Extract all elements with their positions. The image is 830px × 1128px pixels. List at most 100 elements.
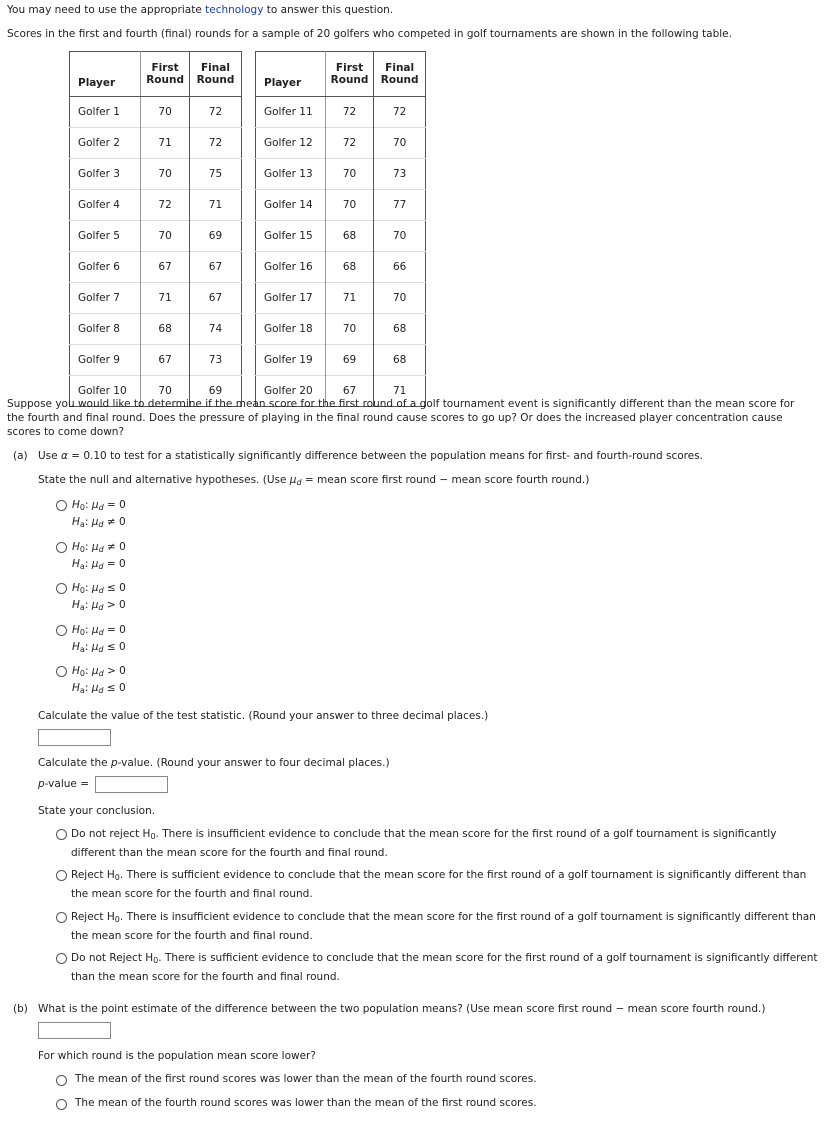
final-round-cell: 67: [188, 251, 242, 283]
table-row: Golfer 17 71 70: [255, 282, 426, 314]
lower-mean-option-label: The mean of the first round scores was l…: [75, 1073, 537, 1085]
final-round-cell: 75: [188, 158, 242, 190]
hypothesis-radio[interactable]: [56, 625, 67, 636]
table-row: Golfer 19 69 68: [255, 344, 426, 376]
table-row: Golfer 2 71 72: [69, 127, 242, 159]
first-round-cell: 71: [140, 127, 190, 159]
intro-text: You may need to use the appropriate tech…: [7, 4, 394, 16]
conclusion-radio[interactable]: [56, 953, 67, 964]
hypothesis-option-label: H0: μd ≠ 0 Ha: μd = 0: [72, 540, 126, 574]
player-cell: Golfer 17: [255, 282, 326, 314]
alternative-hypothesis: Ha: μd ≤ 0: [72, 682, 126, 695]
first-round-cell: 70: [140, 158, 190, 190]
player-cell: Golfer 13: [255, 158, 326, 190]
lower-mean-radio[interactable]: [56, 1075, 67, 1086]
pvalue-label: p-value =: [38, 778, 89, 790]
table-row: Golfer 7 71 67: [69, 282, 242, 314]
final-round-cell: 69: [188, 220, 242, 252]
player-cell: Golfer 8: [69, 313, 141, 345]
final-round-cell: 67: [188, 282, 242, 314]
point-estimate-input[interactable]: [38, 1022, 111, 1039]
first-round-cell: 70: [324, 313, 374, 345]
header-first-round: First Round: [140, 51, 190, 97]
header-first-round: First Round: [324, 51, 374, 97]
conclusion-option-label: Do not Reject H0. There is sufficient ev…: [71, 952, 818, 983]
table-row: Golfer 14 70 77: [255, 189, 426, 221]
final-round-cell: 70: [373, 282, 426, 314]
hypothesis-radio[interactable]: [56, 666, 67, 677]
player-cell: Golfer 7: [69, 282, 141, 314]
pvalue-input[interactable]: [95, 776, 168, 793]
part-b-question: What is the point estimate of the differ…: [38, 1003, 766, 1015]
hypothesis-option-label: H0: μd > 0 Ha: μd ≤ 0: [72, 664, 126, 698]
first-round-cell: 72: [324, 96, 374, 128]
first-round-cell: 72: [140, 189, 190, 221]
part-b-label: (b): [13, 1003, 28, 1015]
first-round-cell: 69: [324, 344, 374, 376]
first-round-cell: 68: [324, 220, 374, 252]
header-final-round: Final Round: [188, 51, 242, 97]
table-row: Golfer 6 67 67: [69, 251, 242, 283]
scenario-text: Suppose you would like to determine if t…: [7, 398, 795, 438]
table-row: Golfer 5 70 69: [69, 220, 242, 252]
player-cell: Golfer 19: [255, 344, 326, 376]
hypothesis-radio[interactable]: [56, 500, 67, 511]
player-cell: Golfer 14: [255, 189, 326, 221]
hypothesis-option-label: H0: μd ≤ 0 Ha: μd > 0: [72, 581, 126, 615]
player-cell: Golfer 4: [69, 189, 141, 221]
hypothesis-radio[interactable]: [56, 542, 67, 553]
table-row: Golfer 1 70 72: [70, 96, 242, 128]
conclusion-option-label: Reject H0. There is sufficient evidence …: [71, 869, 807, 900]
test-statistic-input[interactable]: [38, 729, 111, 746]
null-hypothesis: H0: μd = 0: [72, 624, 126, 637]
hypothesis-option-label: H0: μd = 0 Ha: μd ≠ 0: [72, 498, 126, 532]
player-cell: Golfer 6: [69, 251, 141, 283]
player-cell: Golfer 9: [69, 344, 141, 376]
alternative-hypothesis: Ha: μd ≤ 0: [72, 641, 126, 654]
table-row: Golfer 13 70 73: [255, 158, 426, 190]
part-a-label: (a): [13, 450, 28, 462]
alternative-hypothesis: Ha: μd = 0: [72, 558, 126, 571]
table-caption: Scores in the first and fourth (final) r…: [7, 28, 732, 40]
final-round-cell: 70: [373, 220, 426, 252]
lower-mean-radio[interactable]: [56, 1099, 67, 1110]
first-round-cell: 71: [140, 282, 190, 314]
table-row: Golfer 4 72 71: [69, 189, 242, 221]
final-round-cell: 68: [373, 313, 426, 345]
first-round-cell: 68: [324, 251, 374, 283]
first-round-cell: 68: [140, 313, 190, 345]
table-row: Golfer 11 72 72: [256, 96, 426, 128]
header-player: Player: [255, 51, 326, 97]
table-row: Golfer 18 70 68: [255, 313, 426, 345]
null-hypothesis: H0: μd = 0: [72, 499, 126, 512]
scores-table-right: Player First Round Final Round Golfer 11 72…: [255, 51, 426, 407]
first-round-cell: 70: [324, 158, 374, 190]
final-round-cell: 77: [373, 189, 426, 221]
player-cell: Golfer 1: [78, 106, 120, 118]
player-cell: Golfer 15: [255, 220, 326, 252]
table-row: Golfer 16 68 66: [255, 251, 426, 283]
final-round-cell: 72: [373, 96, 426, 128]
first-round-cell: 71: [324, 282, 374, 314]
final-round-cell: 74: [188, 313, 242, 345]
final-round-cell: 72: [188, 127, 242, 159]
final-round-cell: 68: [373, 344, 426, 376]
hypothesis-radio[interactable]: [56, 583, 67, 594]
first-round-cell: 70: [140, 96, 190, 128]
conclusion-radio[interactable]: [56, 829, 67, 840]
conclusion-radio[interactable]: [56, 912, 67, 923]
part-a-question: Use α = 0.10 to test for a statistically…: [38, 450, 704, 462]
conclusion-radio[interactable]: [56, 870, 67, 881]
test-statistic-prompt: Calculate the value of the test statisti…: [38, 710, 489, 722]
table-row: Golfer 3 70 75: [69, 158, 242, 190]
final-round-cell: 70: [373, 127, 426, 159]
player-cell: Golfer 12: [255, 127, 326, 159]
final-round-cell: 73: [373, 158, 426, 190]
scores-table-left: Player First Round Final Round Golfer 1 70 7…: [69, 51, 242, 407]
technology-link[interactable]: technology: [205, 4, 263, 16]
pvalue-prompt: Calculate the p-value. (Round your answe…: [38, 757, 390, 769]
hypothesis-instruction: State the null and alternative hypothese…: [38, 474, 590, 487]
hypothesis-option-label: H0: μd = 0 Ha: μd ≤ 0: [72, 623, 126, 657]
alternative-hypothesis: Ha: μd ≠ 0: [72, 516, 126, 529]
lower-mean-option-label: The mean of the fourth round scores was …: [75, 1097, 537, 1109]
